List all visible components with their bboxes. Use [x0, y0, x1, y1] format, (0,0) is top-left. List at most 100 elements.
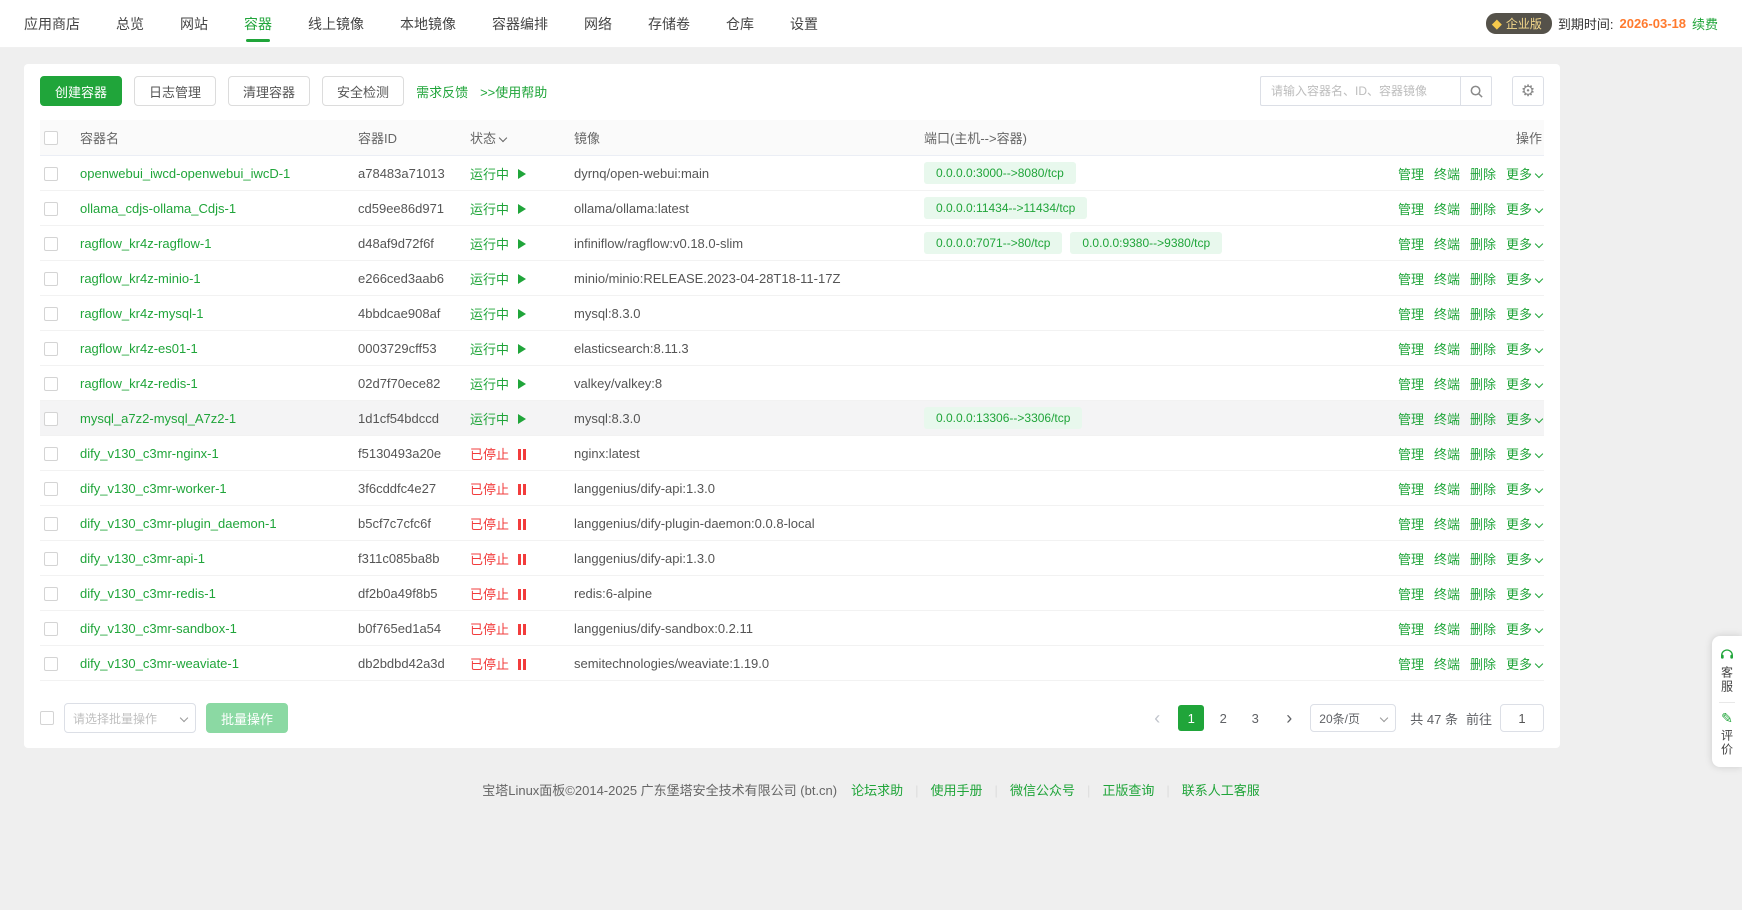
help-link[interactable]: >>使用帮助 — [480, 82, 547, 101]
row-action-more[interactable]: 更多 — [1506, 444, 1542, 463]
page-button-1[interactable]: 1 — [1178, 705, 1204, 731]
bulk-apply-button[interactable]: 批量操作 — [206, 703, 288, 733]
row-action-more[interactable]: 更多 — [1506, 479, 1542, 498]
footer-link-微信公众号[interactable]: 微信公众号 — [1010, 783, 1075, 798]
enterprise-badge[interactable]: ◆ 企业版 — [1486, 13, 1552, 34]
row-action-terminal[interactable]: 终端 — [1434, 689, 1460, 693]
nav-item-总览[interactable]: 总览 — [116, 0, 144, 48]
row-action-delete[interactable]: 删除 — [1470, 689, 1496, 693]
row-action-manage[interactable]: 管理 — [1398, 549, 1424, 568]
row-action-manage[interactable]: 管理 — [1398, 409, 1424, 428]
container-name-link[interactable]: dify_v130_c3mr-nginx-1 — [80, 446, 219, 461]
container-name-link[interactable]: dify_v130_c3mr-sandbox-1 — [80, 621, 237, 636]
row-action-delete[interactable]: 删除 — [1470, 304, 1496, 323]
row-action-terminal[interactable]: 终端 — [1434, 269, 1460, 288]
row-action-manage[interactable]: 管理 — [1398, 654, 1424, 673]
row-checkbox[interactable] — [44, 272, 58, 286]
row-action-terminal[interactable]: 终端 — [1434, 444, 1460, 463]
row-action-manage[interactable]: 管理 — [1398, 339, 1424, 358]
row-checkbox[interactable] — [44, 552, 58, 566]
row-action-manage[interactable]: 管理 — [1398, 479, 1424, 498]
footer-link-正版查询[interactable]: 正版查询 — [1102, 783, 1154, 798]
container-name-link[interactable]: dify_v130_c3mr-weaviate-1 — [80, 656, 239, 671]
row-action-terminal[interactable]: 终端 — [1434, 409, 1460, 428]
container-name-link[interactable]: openwebui_iwcd-openwebui_iwcD-1 — [80, 166, 290, 181]
create-container-button[interactable]: 创建容器 — [40, 76, 122, 106]
row-checkbox[interactable] — [44, 587, 58, 601]
row-checkbox[interactable] — [44, 167, 58, 181]
container-name-link[interactable]: dify_v130_c3mr-api-1 — [80, 551, 205, 566]
nav-item-网站[interactable]: 网站 — [180, 0, 208, 48]
clean-container-button[interactable]: 清理容器 — [228, 76, 310, 106]
row-action-terminal[interactable]: 终端 — [1434, 164, 1460, 183]
feedback-rating-button[interactable]: ✎ 评价 — [1719, 711, 1736, 757]
container-name-link[interactable]: ollama_cdjs-ollama_Cdjs-1 — [80, 201, 236, 216]
row-action-delete[interactable]: 删除 — [1470, 269, 1496, 288]
row-action-terminal[interactable]: 终端 — [1434, 584, 1460, 603]
row-action-delete[interactable]: 删除 — [1470, 619, 1496, 638]
row-action-more[interactable]: 更多 — [1506, 269, 1542, 288]
container-name-link[interactable]: dify_v130_c3mr-worker-1 — [80, 481, 227, 496]
bulk-action-select[interactable]: 请选择批量操作 — [64, 703, 196, 733]
row-action-delete[interactable]: 删除 — [1470, 549, 1496, 568]
row-action-manage[interactable]: 管理 — [1398, 234, 1424, 253]
row-action-delete[interactable]: 删除 — [1470, 339, 1496, 358]
row-action-delete[interactable]: 删除 — [1470, 164, 1496, 183]
row-action-delete[interactable]: 删除 — [1470, 654, 1496, 673]
row-action-manage[interactable]: 管理 — [1398, 619, 1424, 638]
row-action-terminal[interactable]: 终端 — [1434, 339, 1460, 358]
row-action-terminal[interactable]: 终端 — [1434, 374, 1460, 393]
bulk-select-checkbox[interactable] — [40, 711, 54, 725]
row-checkbox[interactable] — [44, 307, 58, 321]
row-checkbox[interactable] — [44, 412, 58, 426]
container-name-link[interactable]: ragflow_kr4z-redis-1 — [80, 376, 198, 391]
row-action-more[interactable]: 更多 — [1506, 549, 1542, 568]
container-name-link[interactable]: ragflow_kr4z-minio-1 — [80, 271, 201, 286]
row-checkbox[interactable] — [44, 342, 58, 356]
nav-item-本地镜像[interactable]: 本地镜像 — [400, 0, 456, 48]
row-action-delete[interactable]: 删除 — [1470, 234, 1496, 253]
search-button[interactable] — [1460, 76, 1492, 106]
row-action-more[interactable]: 更多 — [1506, 199, 1542, 218]
row-action-terminal[interactable]: 终端 — [1434, 479, 1460, 498]
security-check-button[interactable]: 安全检测 — [322, 76, 404, 106]
row-action-more[interactable]: 更多 — [1506, 584, 1542, 603]
row-action-delete[interactable]: 删除 — [1470, 374, 1496, 393]
footer-link-联系人工客服[interactable]: 联系人工客服 — [1182, 783, 1260, 798]
nav-item-网络[interactable]: 网络 — [584, 0, 612, 48]
row-action-manage[interactable]: 管理 — [1398, 164, 1424, 183]
page-size-select[interactable]: 20条/页 — [1310, 704, 1396, 732]
row-action-more[interactable]: 更多 — [1506, 619, 1542, 638]
row-action-terminal[interactable]: 终端 — [1434, 304, 1460, 323]
col-header-status[interactable]: 状态 — [470, 128, 574, 147]
row-action-manage[interactable]: 管理 — [1398, 514, 1424, 533]
row-action-manage[interactable]: 管理 — [1398, 304, 1424, 323]
select-all-checkbox[interactable] — [44, 131, 58, 145]
row-action-more[interactable]: 更多 — [1506, 164, 1542, 183]
next-page-button[interactable]: › — [1276, 705, 1302, 731]
row-action-more[interactable]: 更多 — [1506, 234, 1542, 253]
row-action-delete[interactable]: 删除 — [1470, 409, 1496, 428]
row-action-terminal[interactable]: 终端 — [1434, 199, 1460, 218]
row-action-more[interactable]: 更多 — [1506, 409, 1542, 428]
settings-button[interactable]: ⚙ — [1512, 76, 1544, 106]
row-action-delete[interactable]: 删除 — [1470, 444, 1496, 463]
search-input[interactable] — [1260, 76, 1460, 106]
footer-link-使用手册[interactable]: 使用手册 — [931, 783, 983, 798]
row-action-delete[interactable]: 删除 — [1470, 584, 1496, 603]
nav-item-容器[interactable]: 容器 — [244, 0, 272, 48]
feedback-link[interactable]: 需求反馈 — [416, 82, 468, 101]
container-name-link[interactable]: dify_v130_c3mr-plugin_daemon-1 — [80, 516, 277, 531]
row-action-manage[interactable]: 管理 — [1398, 199, 1424, 218]
log-manage-button[interactable]: 日志管理 — [134, 76, 216, 106]
page-button-2[interactable]: 2 — [1210, 705, 1236, 731]
row-checkbox[interactable] — [44, 377, 58, 391]
container-name-link[interactable]: mysql_a7z2-mysql_A7z2-1 — [80, 411, 236, 426]
row-checkbox[interactable] — [44, 657, 58, 671]
row-action-delete[interactable]: 删除 — [1470, 479, 1496, 498]
row-action-delete[interactable]: 删除 — [1470, 199, 1496, 218]
row-action-terminal[interactable]: 终端 — [1434, 654, 1460, 673]
row-action-manage[interactable]: 管理 — [1398, 269, 1424, 288]
container-name-link[interactable]: dify_v130_c3mr-redis-1 — [80, 586, 216, 601]
nav-item-存储卷[interactable]: 存储卷 — [648, 0, 690, 48]
